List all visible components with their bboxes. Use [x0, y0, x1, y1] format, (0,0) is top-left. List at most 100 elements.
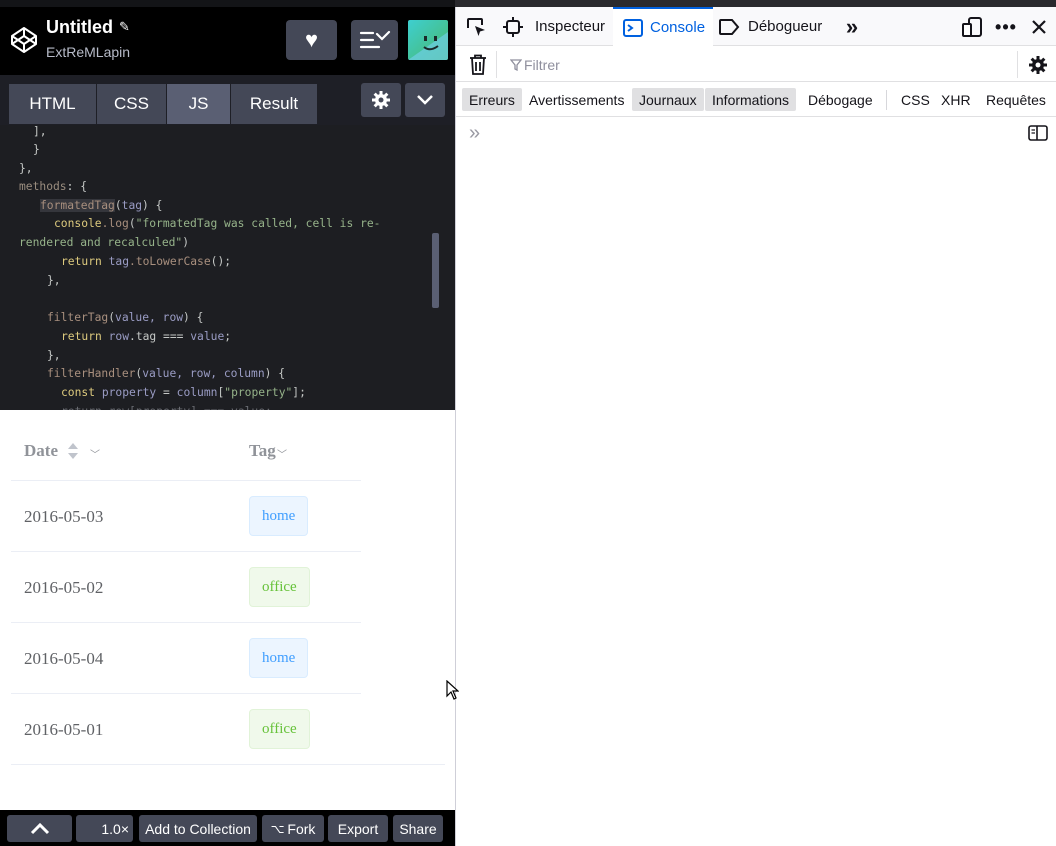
date-cell: 2016-05-02	[24, 578, 104, 597]
row-divider	[11, 551, 361, 552]
fork-button[interactable]: ⌥ Fork	[262, 815, 324, 842]
row-divider	[11, 480, 361, 481]
user-avatar[interactable]	[408, 20, 448, 60]
chevron-up-icon	[30, 822, 49, 834]
level-info-toggle[interactable]: Informations	[705, 88, 797, 111]
pen-author[interactable]: ExtReMLapin	[46, 44, 130, 60]
result-preview: Date ﹀ Tag ﹀ 2016-05-03 home 2016-05-02 …	[0, 410, 455, 810]
editor-collapse-button[interactable]	[405, 83, 445, 117]
code-token: filterHandler	[47, 367, 136, 380]
tab-css[interactable]: CSS	[97, 84, 166, 124]
column-header-date[interactable]: Date	[24, 441, 58, 461]
codepen-logo-icon[interactable]	[10, 26, 38, 54]
console-level-filters: Erreurs Avertissements Journaux Informat…	[456, 83, 1056, 117]
sidebar-toggle-icon[interactable]	[1028, 125, 1048, 146]
code-token: methods	[19, 180, 67, 193]
debugger-icon	[719, 18, 740, 35]
code-token: "formatedTag was called, cell is re-	[135, 217, 381, 230]
export-button[interactable]: Export	[328, 815, 388, 842]
filter-chevron-icon[interactable]: ﹀	[90, 446, 100, 461]
code-token: .tag ===	[129, 330, 191, 343]
filter-xhr-toggle[interactable]: XHR	[934, 88, 978, 111]
code-token: tag	[108, 255, 130, 268]
edit-title-pencil-icon[interactable]: ✎	[119, 19, 130, 35]
js-code-editor[interactable]: ], } }, methods: { formatedTag(tag) { co…	[0, 125, 455, 410]
chevron-down-icon	[417, 95, 433, 105]
code-token: property	[101, 386, 157, 399]
code-token: }	[33, 143, 40, 156]
level-logs-toggle[interactable]: Journaux	[632, 88, 704, 111]
gear-icon	[372, 91, 390, 109]
code-token: console	[54, 217, 102, 230]
tab-inspector-label: Inspecteur	[535, 18, 606, 35]
trash-icon[interactable]	[467, 53, 489, 77]
code-token: )	[182, 236, 190, 249]
code-token: return	[61, 330, 102, 343]
code-token: tag	[121, 199, 143, 212]
fork-icon: ⌥	[270, 821, 285, 836]
change-view-button[interactable]	[351, 20, 398, 60]
tag-filter-chevron-icon[interactable]: ﹀	[277, 446, 287, 461]
tab-debugger[interactable]: Débogueur	[718, 7, 822, 46]
codepen-footer: 1.0× Add to Collection ⌥ Fork Export Sha…	[0, 810, 455, 846]
code-token: .log	[101, 217, 129, 230]
code-token: ];	[292, 386, 306, 399]
tag-badge: home	[249, 496, 309, 536]
devtools-panel: Inspecteur Console Débogueur » ••• Filtr…	[456, 7, 1056, 846]
mouse-cursor-icon	[446, 680, 459, 700]
console-settings-gear-icon[interactable]	[1026, 53, 1050, 77]
code-token: },	[47, 274, 61, 287]
tag-badge: office	[249, 567, 310, 607]
tab-console[interactable]: Console	[613, 7, 713, 46]
console-icon	[623, 18, 643, 37]
console-prompt-chevron-icon[interactable]: »	[469, 122, 480, 145]
sort-caret-icon[interactable]	[67, 442, 79, 460]
code-token: ) {	[142, 199, 163, 212]
codepen-editor: Untitled ✎ ExtReMLapin ♥ HTML CSS JS Res…	[0, 0, 455, 846]
tab-inspector[interactable]: Inspecteur	[503, 7, 605, 46]
code-token: value, row, column	[142, 367, 265, 380]
love-button[interactable]: ♥	[286, 20, 337, 60]
editor-settings-button[interactable]	[361, 83, 401, 117]
fork-label: Fork	[287, 820, 316, 837]
responsive-mode-icon[interactable]	[960, 15, 984, 39]
share-button[interactable]: Share	[393, 815, 443, 842]
filter-requests-toggle[interactable]: Requêtes	[979, 88, 1053, 111]
code-scrollbar[interactable]	[432, 233, 439, 308]
tab-result[interactable]: Result	[231, 84, 317, 124]
level-debug-toggle[interactable]: Débogage	[801, 88, 880, 111]
code-token: },	[19, 162, 33, 175]
pen-title[interactable]: Untitled	[46, 17, 113, 38]
zoom-level-button[interactable]: 1.0×	[76, 815, 133, 842]
date-cell: 2016-05-01	[24, 720, 104, 739]
code-token: ) {	[264, 367, 286, 380]
tab-html[interactable]: HTML	[9, 84, 96, 124]
tag-badge: office	[249, 709, 310, 749]
level-warnings-toggle[interactable]: Avertissements	[522, 88, 631, 111]
expand-console-button[interactable]	[7, 815, 72, 842]
code-token: .toLowerCase	[129, 255, 211, 268]
close-icon[interactable]	[1027, 15, 1051, 39]
level-errors-toggle[interactable]: Erreurs	[462, 88, 522, 111]
row-divider	[11, 693, 361, 694]
filter-css-toggle[interactable]: CSS	[894, 88, 937, 111]
tab-debugger-label: Débogueur	[748, 18, 823, 35]
code-token: : {	[66, 180, 88, 193]
code-token: ;	[224, 330, 232, 343]
console-output[interactable]: »	[456, 118, 1056, 846]
code-token: row	[108, 330, 130, 343]
add-to-collection-button[interactable]: Add to Collection	[139, 815, 257, 842]
editor-tabs-bar: HTML CSS JS Result	[0, 75, 455, 125]
tab-js[interactable]: JS	[167, 84, 230, 124]
heart-icon: ♥	[304, 27, 319, 52]
element-picker-icon[interactable]	[464, 15, 488, 39]
kebab-menu-icon[interactable]: •••	[994, 15, 1018, 39]
tab-console-label: Console	[650, 19, 706, 36]
console-filter-input[interactable]	[504, 54, 1004, 76]
avatar-face-icon	[408, 32, 448, 60]
code-token: ) {	[183, 311, 204, 324]
toolbar-separator	[1017, 51, 1018, 78]
codepen-header: Untitled ✎ ExtReMLapin ♥	[0, 7, 455, 75]
code-token: value, row	[115, 311, 184, 324]
more-tools-chevron-icon[interactable]: »	[840, 14, 864, 39]
